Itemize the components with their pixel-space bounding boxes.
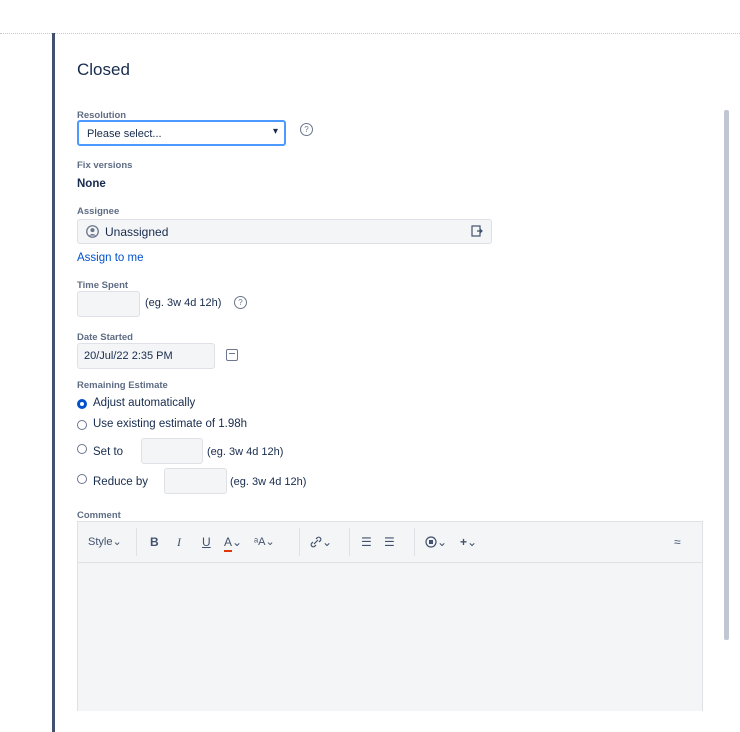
underline-button[interactable]: U	[202, 535, 211, 549]
fix-versions-value: None	[77, 178, 106, 190]
time-spent-label: Time Spent	[77, 280, 129, 291]
toolbar-separator	[414, 528, 415, 556]
help-icon[interactable]: ?	[300, 123, 313, 136]
chevron-down-icon: ⌄	[437, 535, 448, 549]
calendar-icon[interactable]	[226, 349, 238, 361]
reduce-by-hint: (eg. 3w 4d 12h)	[230, 476, 307, 488]
chevron-down-icon: ⌄	[112, 536, 122, 548]
text-size-button[interactable]: ᵃA⌄	[254, 535, 275, 548]
chevron-down-icon: ⌄	[467, 535, 478, 549]
user-picker-icon[interactable]	[471, 225, 483, 237]
page-top-border	[0, 33, 740, 34]
user-icon	[86, 225, 99, 238]
dialog-left-edge	[52, 33, 55, 732]
assignee-field[interactable]: Unassigned	[77, 219, 492, 244]
radio-adjust-automatically[interactable]	[77, 399, 87, 409]
time-spent-input[interactable]	[77, 291, 140, 317]
radio-reduce-by[interactable]	[77, 474, 87, 484]
set-to-input[interactable]	[141, 438, 203, 464]
date-started-value: 20/Jul/22 2:35 PM	[84, 350, 173, 362]
mention-button[interactable]: ⌄	[425, 535, 447, 549]
time-spent-hint: (eg. 3w 4d 12h)	[145, 297, 222, 309]
chevron-down-icon: ⌄	[322, 535, 333, 549]
text-size-icon: ᵃA	[254, 536, 266, 548]
link-button[interactable]: ⌄	[310, 535, 332, 549]
assignee-label: Assignee	[77, 206, 120, 217]
reduce-by-input[interactable]	[164, 468, 227, 494]
bold-button[interactable]: B	[150, 535, 159, 549]
numbered-list-button[interactable]: ☰	[384, 535, 395, 549]
style-dropdown-label: Style	[88, 536, 113, 548]
text-color-button[interactable]: A⌄	[224, 535, 243, 552]
insert-more-button[interactable]: +⌄	[460, 535, 477, 549]
editor-toolbar: Style⌄ B I U A⌄ ᵃA⌄ ⌄ ☰ ☰ ⌄ +⌄ ≈	[78, 522, 702, 563]
fix-versions-label: Fix versions	[77, 160, 133, 171]
italic-button[interactable]: I	[177, 535, 181, 550]
resolution-selected-value: Please select...	[87, 128, 162, 140]
help-icon[interactable]: ?	[234, 296, 247, 309]
radio-label-set-to: Set to	[93, 446, 124, 458]
remaining-estimate-label: Remaining Estimate	[77, 380, 168, 391]
mention-icon	[425, 536, 437, 548]
radio-label-use-existing: Use existing estimate of 1.98h	[93, 418, 248, 430]
date-started-label: Date Started	[77, 332, 133, 343]
assignee-value: Unassigned	[105, 225, 169, 239]
radio-use-existing[interactable]	[77, 420, 87, 430]
resolution-select[interactable]: Please select... ▾	[77, 120, 286, 146]
chevron-down-icon: ▾	[272, 126, 278, 137]
dialog-scrollbar[interactable]	[724, 110, 729, 640]
radio-set-to[interactable]	[77, 444, 87, 454]
set-to-hint: (eg. 3w 4d 12h)	[207, 446, 284, 458]
text-color-icon: A	[224, 535, 233, 552]
link-icon	[310, 536, 322, 548]
style-dropdown[interactable]: Style⌄	[88, 535, 122, 548]
assign-to-me-link[interactable]: Assign to me	[77, 252, 143, 264]
toolbar-separator	[299, 528, 300, 556]
radio-label-adjust-automatically: Adjust automatically	[93, 397, 196, 409]
toolbar-separator	[136, 528, 137, 556]
radio-label-reduce-by: Reduce by	[93, 476, 148, 488]
comment-editor[interactable]: Style⌄ B I U A⌄ ᵃA⌄ ⌄ ☰ ☰ ⌄ +⌄ ≈	[77, 521, 703, 711]
dialog-title: Closed	[77, 60, 130, 79]
collapse-toolbar-icon[interactable]: ≈	[674, 535, 681, 549]
comment-label: Comment	[77, 510, 121, 521]
chevron-down-icon: ⌄	[232, 535, 243, 549]
toolbar-separator	[349, 528, 350, 556]
plus-icon: +	[460, 535, 468, 549]
chevron-down-icon: ⌄	[265, 536, 275, 548]
bullet-list-button[interactable]: ☰	[361, 535, 372, 549]
